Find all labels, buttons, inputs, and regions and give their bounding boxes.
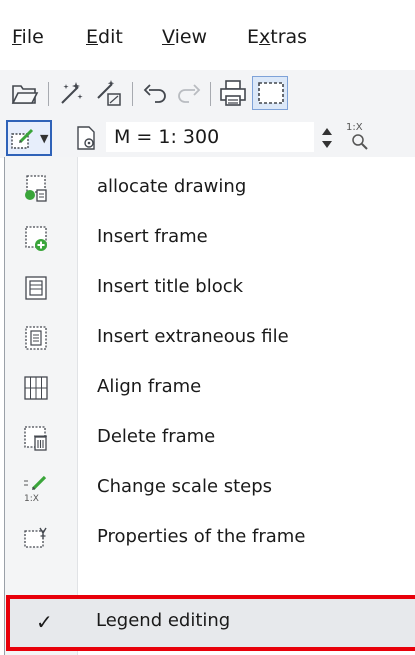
menu-item-label: Insert extraneous file: [97, 326, 289, 347]
undo-icon[interactable]: [140, 78, 170, 108]
menu-item-label: Change scale steps: [97, 476, 273, 497]
menu-view[interactable]: View: [162, 26, 207, 48]
toolbar-separator: [48, 82, 49, 106]
frame-dropdown-button[interactable]: ▼: [6, 120, 52, 156]
insert-frame-icon: [25, 226, 47, 251]
menu-item-delete-frame[interactable]: Delete frame: [5, 415, 415, 459]
scale-spinner[interactable]: [320, 124, 334, 152]
menu-extras-mnemonic: x: [259, 26, 271, 48]
menu-item-insert-frame[interactable]: Insert frame: [5, 215, 415, 259]
scale-steps-icon: 1:X: [24, 475, 47, 503]
menu-view-post: iew: [174, 26, 208, 48]
insert-title-block-icon: [25, 276, 47, 300]
menu-item-label: Align frame: [97, 376, 202, 397]
menu-bar: File Edit View Extras: [0, 0, 415, 70]
menu-item-label: Insert frame: [97, 226, 208, 247]
redo-icon[interactable]: [174, 78, 204, 108]
menu-item-align-frame[interactable]: Align frame: [5, 365, 415, 409]
menu-extras-post: tras: [270, 26, 308, 48]
checkmark-icon: ✓: [36, 610, 53, 634]
toolbar-separator: [132, 82, 133, 106]
menu-file-post: ile: [21, 26, 44, 48]
magnifier-icon: [352, 134, 368, 150]
menu-item-properties-of-frame[interactable]: Properties of the frame: [5, 515, 415, 559]
menu-file[interactable]: File: [12, 26, 44, 48]
menu-item-label: Properties of the frame: [97, 526, 306, 547]
open-folder-icon[interactable]: [10, 78, 40, 108]
menu-item-insert-title-block[interactable]: Insert title block: [5, 265, 415, 309]
spinner-arrows-icon: [322, 128, 332, 148]
main-toolbar: [0, 70, 415, 116]
menu-edit-mnemonic: E: [86, 26, 99, 48]
frame-toolbar: ▼ M = 1: 300 1:X: [0, 116, 415, 158]
menu-view-mnemonic: V: [162, 26, 175, 48]
scale-value: M = 1: 300: [114, 126, 220, 148]
menu-extras-pre: E: [247, 26, 260, 48]
insert-file-icon: [25, 326, 47, 350]
menu-extras[interactable]: Extras: [247, 26, 307, 48]
menu-edit[interactable]: Edit: [86, 26, 123, 48]
print-preview-icon: [258, 82, 284, 104]
allocate-drawing-icon: [25, 175, 47, 202]
menu-item-label: Legend editing: [96, 610, 231, 631]
align-frame-icon: [24, 376, 48, 400]
menu-file-mnemonic: F: [12, 26, 22, 48]
frame-pencil-icon: [11, 128, 34, 149]
menu-item-label: allocate drawing: [97, 176, 247, 197]
magic-wand-icon[interactable]: [56, 78, 86, 108]
magic-wand-area-icon[interactable]: [94, 78, 124, 108]
print-icon[interactable]: [218, 78, 248, 108]
menu-item-change-scale-steps[interactable]: 1:X Change scale steps: [5, 465, 415, 509]
frame-properties-icon: [24, 527, 47, 548]
frame-dropdown-menu: allocate drawing Insert frame Insert tit…: [4, 157, 415, 655]
print-preview-button[interactable]: [252, 76, 288, 110]
chevron-down-icon: ▼: [40, 132, 49, 145]
toolbar-separator: [210, 82, 211, 106]
zoom-scale-button[interactable]: 1:X: [344, 122, 380, 154]
menu-item-label: Delete frame: [97, 426, 216, 447]
scale-input[interactable]: M = 1: 300: [106, 122, 314, 152]
menu-item-insert-extraneous-file[interactable]: Insert extraneous file: [5, 315, 415, 359]
delete-frame-icon: [24, 426, 47, 451]
menu-item-label: Insert title block: [97, 276, 244, 297]
menu-item-legend-editing[interactable]: ✓ Legend editing: [0, 595, 415, 655]
svg-text:1:X: 1:X: [24, 494, 39, 503]
menu-item-allocate-drawing[interactable]: allocate drawing: [5, 165, 415, 209]
document-gear-icon[interactable]: [72, 124, 100, 152]
menu-edit-post: dit: [98, 26, 123, 48]
